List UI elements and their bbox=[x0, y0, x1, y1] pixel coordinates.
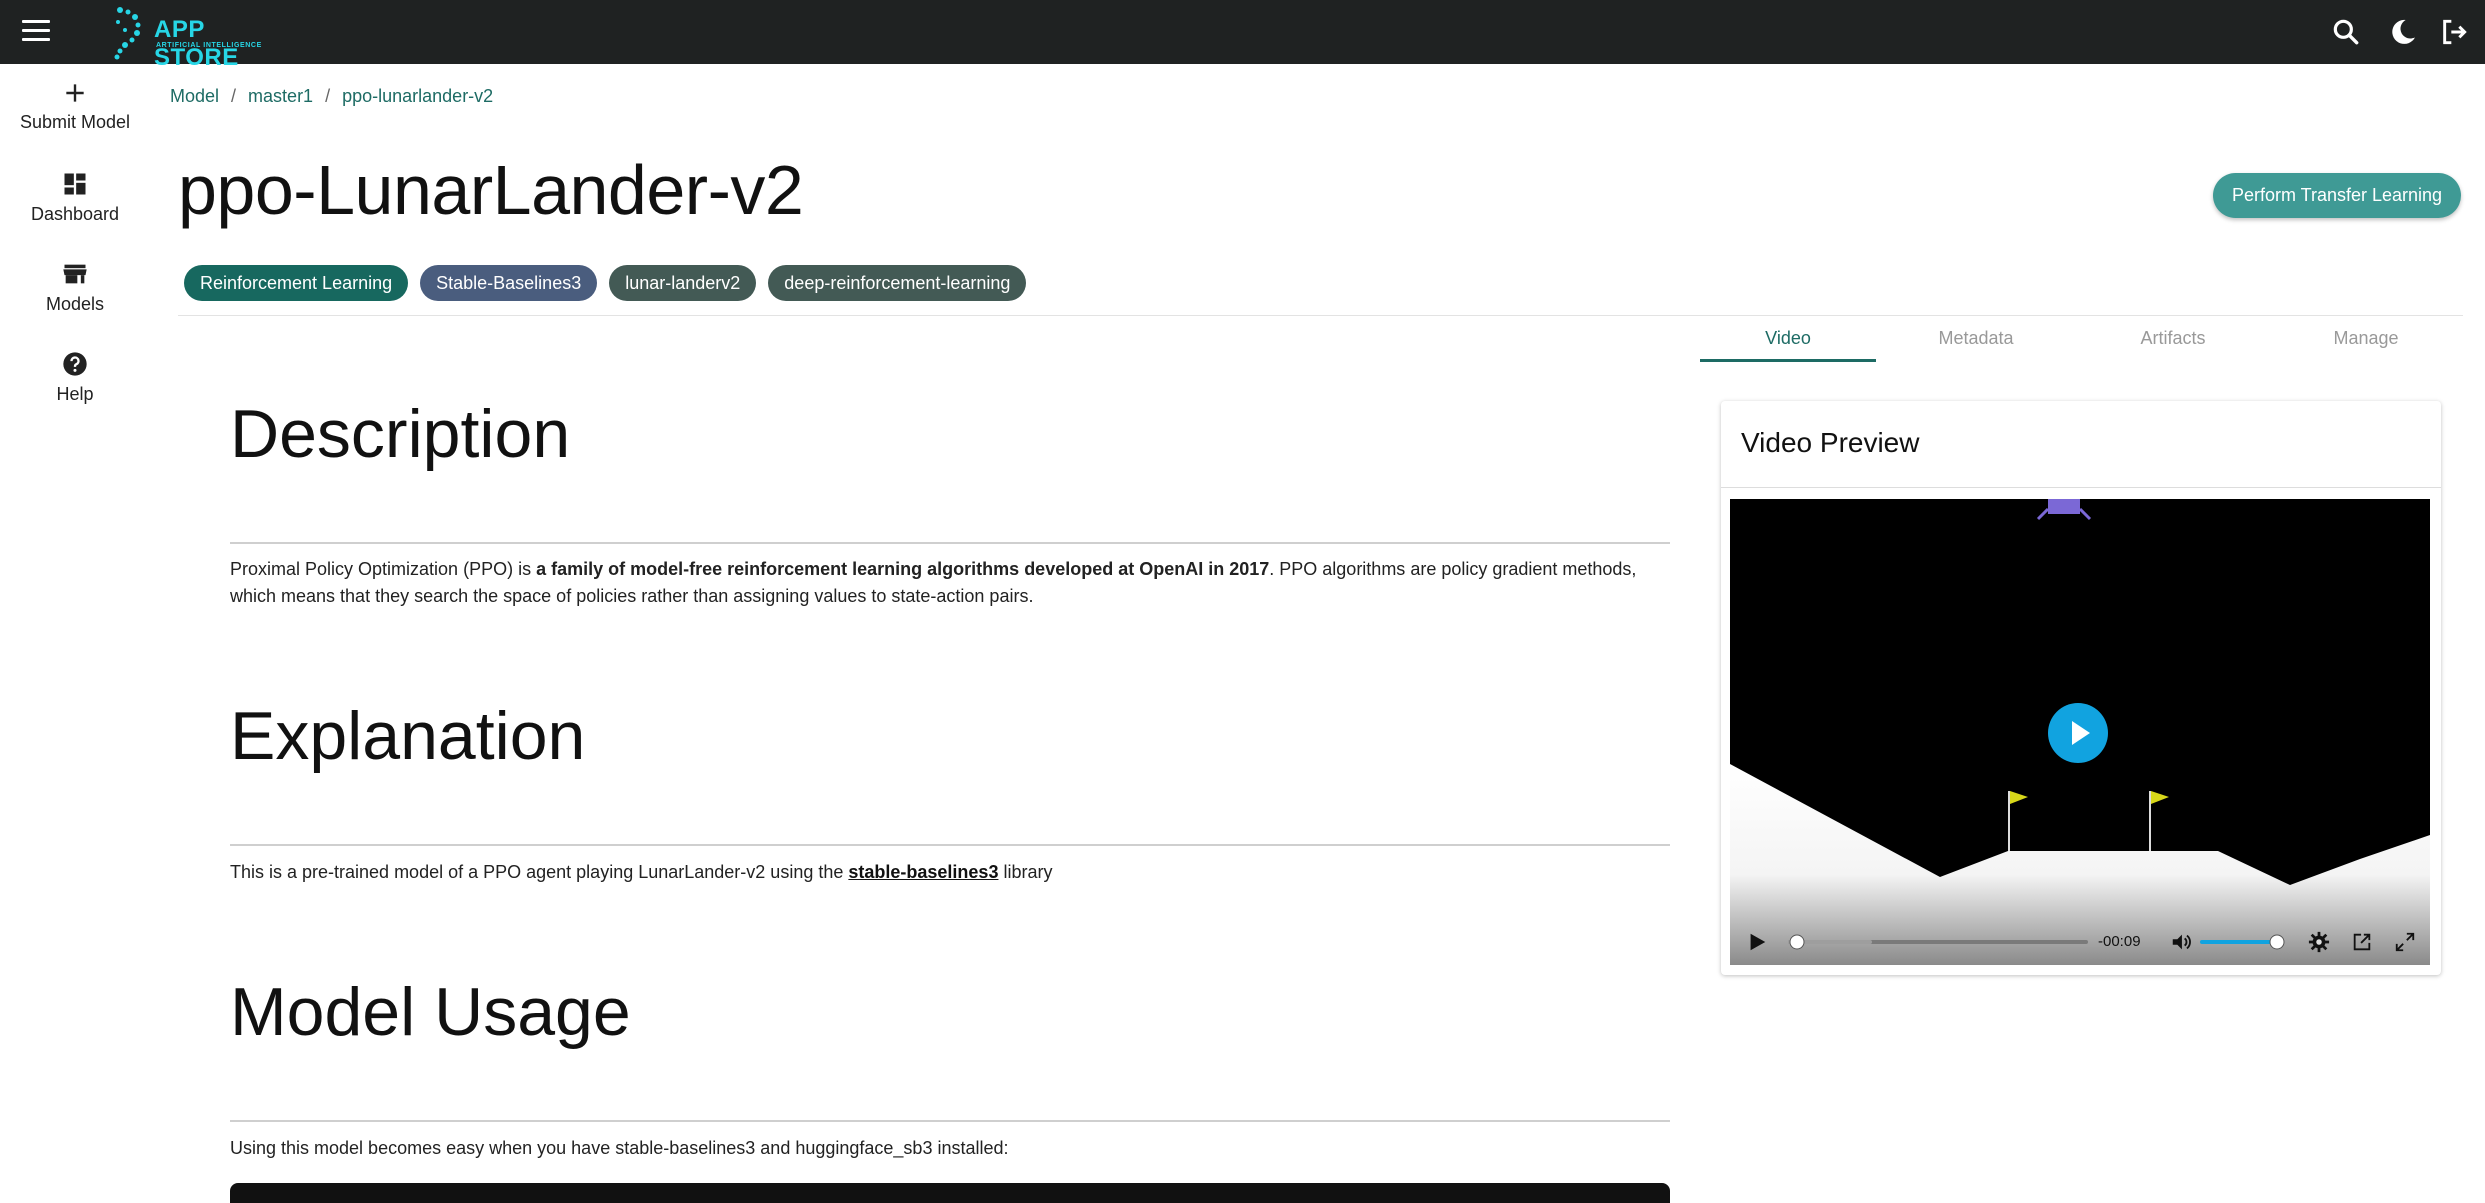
logout-icon[interactable] bbox=[2438, 16, 2470, 48]
tag-chip[interactable]: Reinforcement Learning bbox=[184, 265, 409, 301]
volume-icon[interactable] bbox=[2170, 931, 2192, 958]
menu-icon[interactable] bbox=[22, 20, 50, 44]
breadcrumb-link-model[interactable]: Model bbox=[170, 86, 219, 106]
explanation-text-start: This is a pre-trained model of a PPO age… bbox=[230, 862, 849, 882]
video-preview-title: Video Preview bbox=[1741, 427, 1920, 458]
top-app-bar: APP STORE ARTIFICIAL INTELLIGENCE bbox=[0, 0, 2485, 71]
play-button[interactable] bbox=[1746, 931, 1768, 958]
help-icon bbox=[63, 352, 87, 376]
settings-gear-icon[interactable] bbox=[2308, 931, 2330, 958]
video-seek-bar[interactable] bbox=[1788, 933, 2088, 951]
sidebar: Submit Model Dashboard Models Help bbox=[0, 64, 150, 1197]
sidebar-item-help[interactable]: Help bbox=[0, 350, 150, 420]
video-controls: -00:09 bbox=[1730, 919, 2430, 965]
description-text-bold: a family of model-free reinforcement lea… bbox=[536, 559, 1270, 579]
app-logo[interactable]: APP STORE ARTIFICIAL INTELLIGENCE bbox=[112, 6, 292, 71]
explanation-text-end: library bbox=[998, 862, 1053, 882]
plus-icon bbox=[66, 84, 84, 102]
tab-artifacts[interactable]: Artifacts bbox=[2085, 328, 2261, 349]
sidebar-item-label: Dashboard bbox=[30, 204, 120, 224]
model-usage-text: Using this model becomes easy when you h… bbox=[230, 1138, 1009, 1158]
search-icon[interactable] bbox=[2330, 16, 2362, 48]
fullscreen-icon[interactable] bbox=[2394, 931, 2416, 958]
play-icon bbox=[2072, 721, 2090, 745]
breadcrumb-separator: / bbox=[325, 86, 331, 106]
logo-mark-icon bbox=[114, 7, 141, 60]
stable-baselines3-link[interactable]: stable-baselines3 bbox=[848, 862, 998, 882]
volume-slider[interactable] bbox=[2200, 933, 2286, 951]
time-remaining: -00:09 bbox=[2098, 933, 2141, 950]
tag-list: Reinforcement Learning Stable-Baselines3… bbox=[184, 265, 1027, 301]
play-overlay-button[interactable] bbox=[2048, 703, 2108, 763]
sidebar-item-label: Models bbox=[45, 294, 105, 314]
video-preview-card: Video Preview -00:09 bbox=[1721, 401, 2441, 975]
divider bbox=[230, 542, 1670, 544]
description-text: Proximal Policy Optimization (PPO) is a … bbox=[230, 556, 1670, 610]
description-text-start: Proximal Policy Optimization (PPO) is bbox=[230, 559, 537, 579]
divider bbox=[1721, 487, 2441, 488]
page-title: ppo-LunarLander-v2 bbox=[178, 151, 804, 229]
sidebar-item-submit-model[interactable]: Submit Model bbox=[0, 80, 150, 150]
divider bbox=[230, 844, 1670, 846]
sidebar-item-label: Submit Model bbox=[19, 112, 131, 132]
code-block bbox=[230, 1183, 1670, 1203]
explanation-text: This is a pre-trained model of a PPO age… bbox=[230, 859, 1670, 886]
divider bbox=[230, 1120, 1670, 1122]
model-usage-heading: Model Usage bbox=[230, 974, 631, 1050]
sidebar-item-models[interactable]: Models bbox=[0, 260, 150, 330]
tab-metadata[interactable]: Metadata bbox=[1888, 328, 2064, 349]
description-heading: Description bbox=[230, 396, 571, 472]
active-tab-indicator bbox=[1700, 359, 1876, 362]
divider bbox=[178, 315, 2463, 316]
store-icon bbox=[63, 264, 87, 284]
tag-chip[interactable]: deep-reinforcement-learning bbox=[768, 265, 1027, 301]
breadcrumb-separator: / bbox=[231, 86, 237, 106]
tab-video[interactable]: Video bbox=[1700, 328, 1876, 349]
perform-transfer-learning-button[interactable]: Perform Transfer Learning bbox=[2213, 173, 2461, 218]
moon-icon[interactable] bbox=[2387, 16, 2419, 48]
explanation-heading: Explanation bbox=[230, 698, 586, 774]
tag-chip[interactable]: lunar-landerv2 bbox=[609, 265, 757, 301]
breadcrumb-current[interactable]: ppo-lunarlander-v2 bbox=[342, 86, 493, 106]
pip-icon[interactable] bbox=[2351, 931, 2373, 958]
tab-manage[interactable]: Manage bbox=[2278, 328, 2454, 349]
tag-chip[interactable]: Stable-Baselines3 bbox=[420, 265, 598, 301]
breadcrumb: Model / master1 / ppo-lunarlander-v2 bbox=[170, 86, 493, 107]
play-icon bbox=[1750, 933, 1766, 951]
video-player[interactable]: -00:09 bbox=[1730, 499, 2430, 965]
sidebar-item-label: Help bbox=[56, 384, 94, 404]
sidebar-item-dashboard[interactable]: Dashboard bbox=[0, 170, 150, 240]
dashboard-icon bbox=[64, 173, 86, 195]
breadcrumb-link-user[interactable]: master1 bbox=[248, 86, 313, 106]
app-subtitle: ARTIFICIAL INTELLIGENCE bbox=[156, 42, 262, 49]
